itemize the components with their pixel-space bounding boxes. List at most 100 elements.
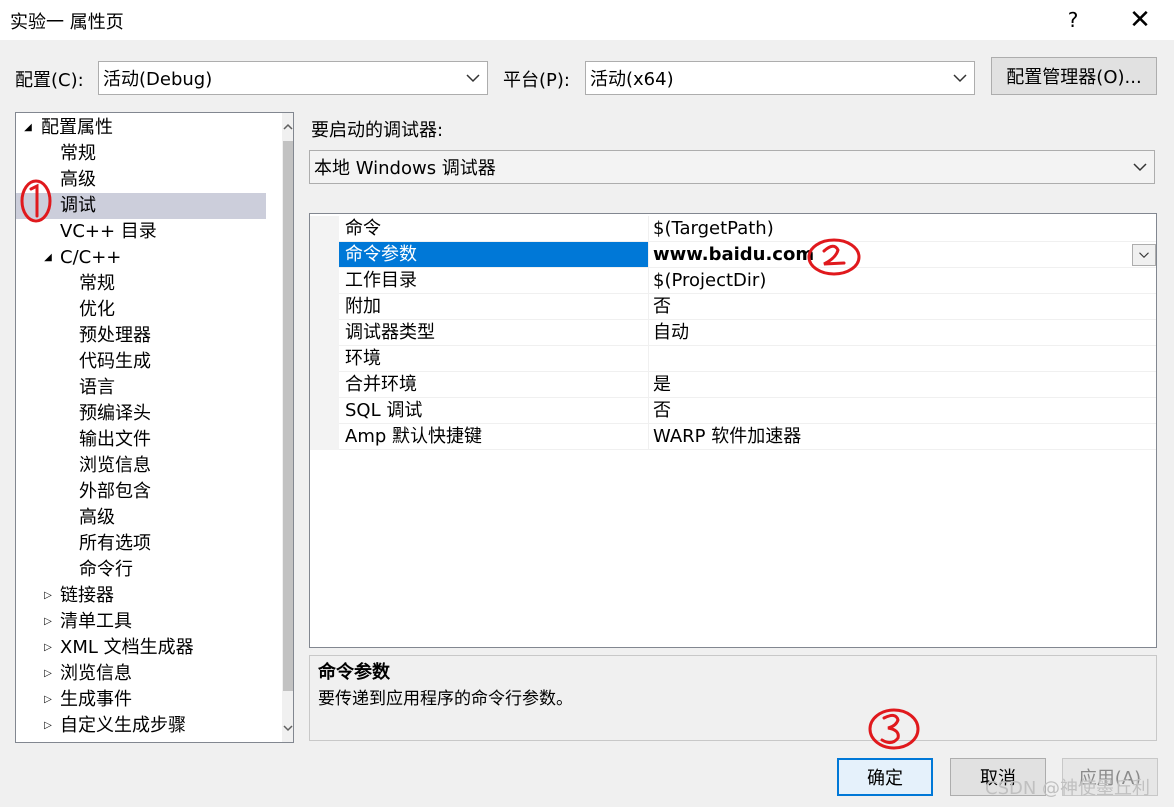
property-name: SQL 调试 [339, 398, 648, 424]
tree-item-label: 链接器 [60, 585, 114, 606]
tree-item-label: 所有选项 [79, 533, 151, 554]
property-value[interactable]: $(ProjectDir) [648, 268, 1156, 294]
row-gutter [310, 424, 339, 450]
property-grid: 命令 $(TargetPath) 命令参数 www.baidu.com 工作目录… [309, 213, 1157, 648]
tree-item-custom-build[interactable]: ▷ 自定义生成步骤 [16, 713, 282, 739]
tree-item-cpp[interactable]: ◢ C/C++ [16, 245, 282, 271]
platform-label: 平台(P): [503, 70, 570, 91]
row-gutter [310, 398, 339, 424]
tree-item-label: 常规 [79, 273, 115, 294]
collapsed-triangle-icon[interactable]: ▷ [42, 687, 54, 713]
tree-item-cpp-codegen[interactable]: 代码生成 [16, 349, 282, 375]
property-row[interactable]: 命令 $(TargetPath) [310, 216, 1156, 242]
property-value[interactable]: www.baidu.com [648, 242, 1156, 268]
property-value[interactable]: 否 [648, 398, 1156, 424]
annotation-circle-1 [20, 179, 52, 223]
tree-item-label: 高级 [60, 169, 96, 190]
chevron-down-icon [1139, 252, 1149, 259]
tree-item-label: 浏览信息 [79, 455, 151, 476]
collapsed-triangle-icon[interactable]: ▷ [42, 583, 54, 609]
tree-item-cpp-preprocessor[interactable]: 预处理器 [16, 323, 282, 349]
chevron-down-icon [953, 74, 967, 83]
config-label: 配置(C): [15, 70, 84, 91]
tree-item-label: 命令行 [79, 559, 133, 580]
tree-item-label: VC++ 目录 [60, 221, 157, 242]
property-row-selected[interactable]: 命令参数 www.baidu.com [310, 242, 1156, 268]
tree-item-label: 生成事件 [60, 689, 132, 710]
tree-item-label: 外部包含 [79, 481, 151, 502]
property-value[interactable]: $(TargetPath) [648, 216, 1156, 242]
row-gutter [310, 372, 339, 398]
property-row[interactable]: 工作目录 $(ProjectDir) [310, 268, 1156, 294]
collapsed-triangle-icon[interactable]: ▷ [42, 635, 54, 661]
tree-item-linker[interactable]: ▷ 链接器 [16, 583, 282, 609]
property-row[interactable]: 附加 否 [310, 294, 1156, 320]
tree-item-xml-doc[interactable]: ▷ XML 文档生成器 [16, 635, 282, 661]
row-gutter [310, 346, 339, 372]
debugger-dropdown[interactable]: 本地 Windows 调试器 [309, 150, 1155, 184]
scroll-up-icon[interactable] [282, 115, 293, 139]
tree-item-label: 语言 [79, 377, 115, 398]
tree-item-label: 优化 [79, 299, 115, 320]
watermark: CSDN @神使墨丘利 [985, 778, 1151, 799]
property-value[interactable]: 是 [648, 372, 1156, 398]
tree-item-label: XML 文档生成器 [60, 637, 194, 658]
row-gutter [310, 268, 339, 294]
title-bar: 实验一 属性页 ? ✕ [0, 0, 1174, 40]
tree-item-cpp-language[interactable]: 语言 [16, 375, 282, 401]
tree-item-label: 输出文件 [79, 429, 151, 450]
description-text: 要传递到应用程序的命令行参数。 [318, 689, 573, 709]
tree-item-general[interactable]: 常规 [16, 141, 282, 167]
tree-item-cpp-browse[interactable]: 浏览信息 [16, 453, 282, 479]
tree-item-cpp-command-line[interactable]: 命令行 [16, 557, 282, 583]
tree-item-cpp-general[interactable]: 常规 [16, 271, 282, 297]
value-dropdown-button[interactable] [1132, 244, 1156, 266]
property-row[interactable]: 合并环境 是 [310, 372, 1156, 398]
expanded-triangle-icon[interactable]: ◢ [42, 245, 54, 271]
property-row[interactable]: 环境 [310, 346, 1156, 372]
property-name: 附加 [339, 294, 648, 320]
tree-item-cpp-optimization[interactable]: 优化 [16, 297, 282, 323]
property-row[interactable]: Amp 默认快捷键 WARP 软件加速器 [310, 424, 1156, 450]
property-value[interactable]: WARP 软件加速器 [648, 424, 1156, 450]
ok-button[interactable]: 确定 [837, 758, 933, 796]
collapsed-triangle-icon[interactable]: ▷ [42, 609, 54, 635]
expanded-triangle-icon[interactable]: ◢ [22, 115, 34, 141]
tree-item-config-properties[interactable]: ◢ 配置属性 [16, 115, 282, 141]
property-value[interactable]: 否 [648, 294, 1156, 320]
help-button[interactable]: ? [1048, 0, 1098, 40]
tree-item-manifest[interactable]: ▷ 清单工具 [16, 609, 282, 635]
platform-dropdown[interactable]: 活动(x64) [585, 61, 975, 95]
property-tree: ◢ 配置属性 常规 高级 调试 VC++ 目录 ◢ C/C++ 常规 优化 预处… [15, 112, 294, 743]
property-row[interactable]: SQL 调试 否 [310, 398, 1156, 424]
chevron-down-icon [466, 74, 480, 83]
property-value[interactable] [648, 346, 1156, 372]
tree-item-cpp-external[interactable]: 外部包含 [16, 479, 282, 505]
row-gutter [310, 242, 339, 268]
config-dropdown[interactable]: 活动(Debug) [98, 61, 488, 95]
tree-item-cpp-pch[interactable]: 预编译头 [16, 401, 282, 427]
config-manager-button[interactable]: 配置管理器(O)... [991, 57, 1157, 95]
tree-item-label: 调试 [60, 195, 96, 216]
close-button[interactable]: ✕ [1115, 0, 1165, 40]
chevron-down-icon [1133, 163, 1147, 172]
tree-item-cpp-advanced[interactable]: 高级 [16, 505, 282, 531]
property-name: 工作目录 [339, 268, 648, 294]
tree-item-browse-info[interactable]: ▷ 浏览信息 [16, 661, 282, 687]
property-name: 调试器类型 [339, 320, 648, 346]
config-value: 活动(Debug) [103, 69, 213, 90]
property-row[interactable]: 调试器类型 自动 [310, 320, 1156, 346]
collapsed-triangle-icon[interactable]: ▷ [42, 713, 54, 739]
property-name: 命令 [339, 216, 648, 242]
tree-item-build-events[interactable]: ▷ 生成事件 [16, 687, 282, 713]
collapsed-triangle-icon[interactable]: ▷ [42, 661, 54, 687]
property-value[interactable]: 自动 [648, 320, 1156, 346]
scroll-down-icon[interactable] [282, 716, 293, 740]
tree-item-cpp-all-options[interactable]: 所有选项 [16, 531, 282, 557]
row-gutter [310, 320, 339, 346]
tree-item-cpp-output[interactable]: 输出文件 [16, 427, 282, 453]
property-name: 命令参数 [339, 242, 648, 268]
scroll-thumb[interactable] [283, 141, 293, 691]
tree-scrollbar[interactable] [282, 113, 293, 742]
platform-value: 活动(x64) [590, 69, 674, 90]
